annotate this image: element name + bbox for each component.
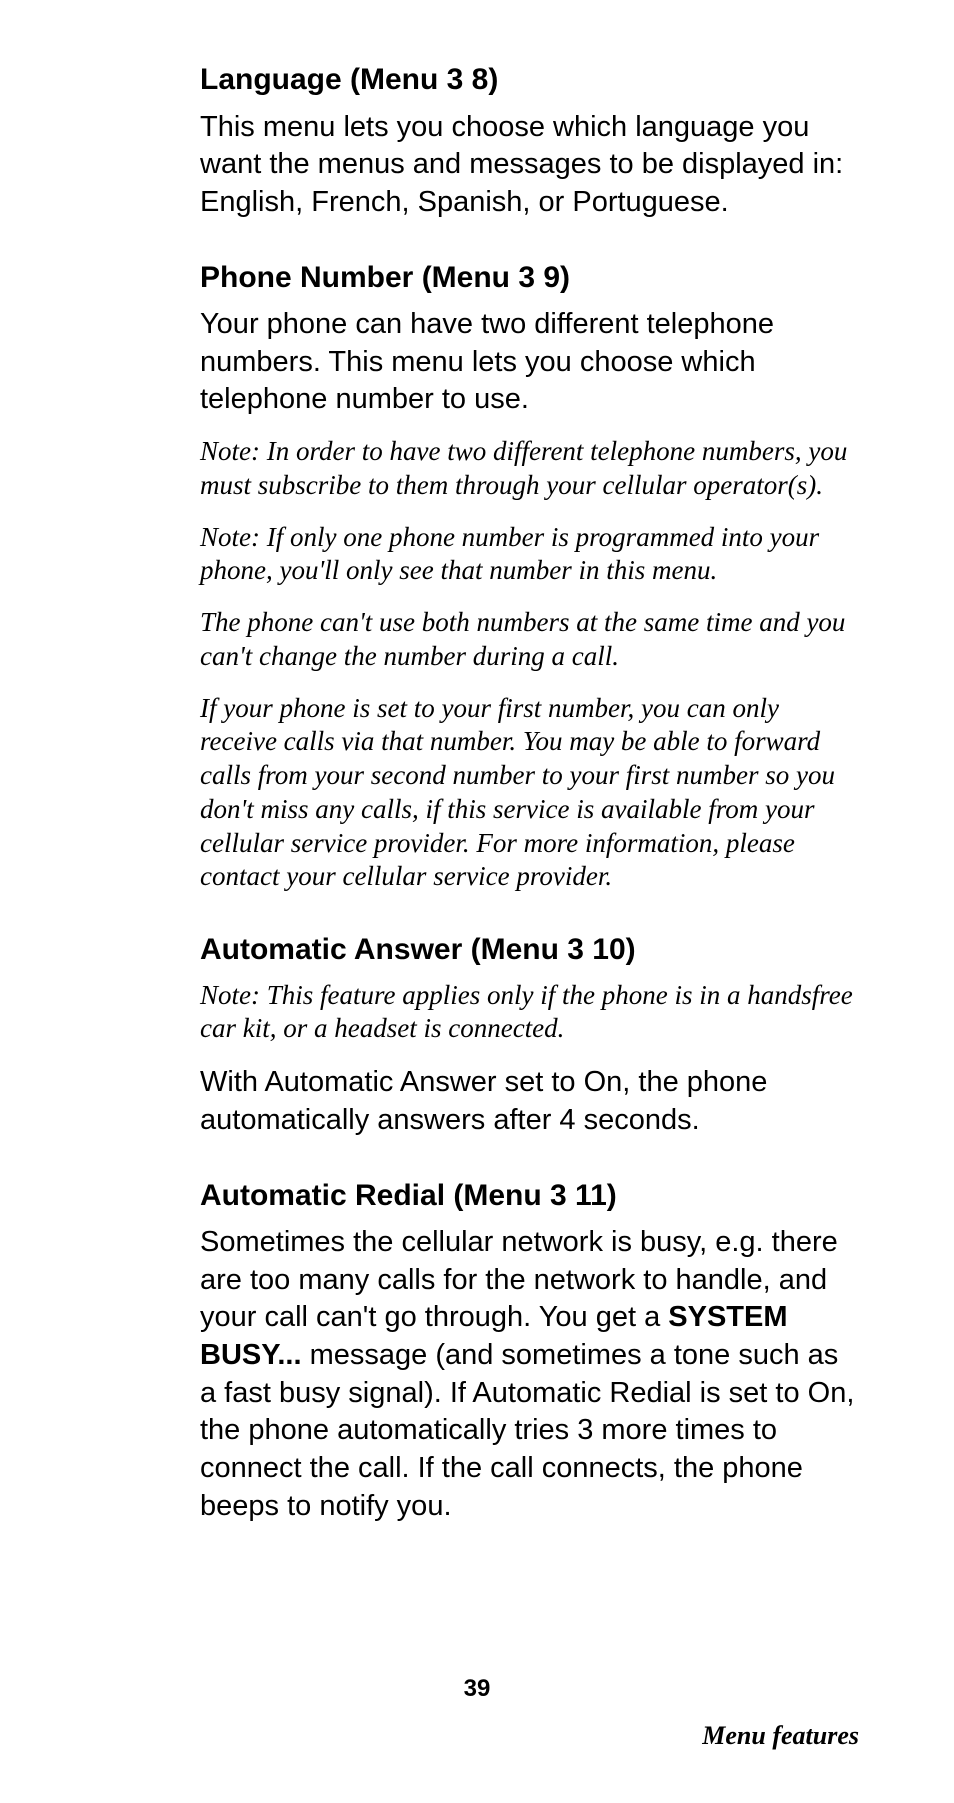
- body-paragraph: Your phone can have two different teleph…: [200, 306, 859, 419]
- body-paragraph: Sometimes the cellular network is busy, …: [200, 1224, 859, 1526]
- section-title: Automatic Redial (Menu 3 11): [200, 1176, 859, 1217]
- note-paragraph: Note: This feature applies only if the p…: [200, 979, 859, 1047]
- body-paragraph: This menu lets you choose which language…: [200, 109, 859, 222]
- section-language: Language (Menu 3 8) This menu lets you c…: [200, 60, 859, 222]
- section-phone-number: Phone Number (Menu 3 9) Your phone can h…: [200, 258, 859, 895]
- footer-text: Menu features: [702, 1721, 859, 1751]
- section-automatic-redial: Automatic Redial (Menu 3 11) Sometimes t…: [200, 1176, 859, 1526]
- page-number: 39: [0, 1675, 954, 1703]
- document-page: Language (Menu 3 8) This menu lets you c…: [0, 0, 954, 1803]
- section-title: Automatic Answer (Menu 3 10): [200, 930, 859, 971]
- note-paragraph: The phone can't use both numbers at the …: [200, 606, 859, 674]
- note-paragraph: Note: If only one phone number is progra…: [200, 521, 859, 589]
- section-title: Phone Number (Menu 3 9): [200, 258, 859, 299]
- note-paragraph: Note: In order to have two different tel…: [200, 435, 859, 503]
- body-paragraph: With Automatic Answer set to On, the pho…: [200, 1064, 859, 1139]
- section-title: Language (Menu 3 8): [200, 60, 859, 101]
- section-automatic-answer: Automatic Answer (Menu 3 10) Note: This …: [200, 930, 859, 1139]
- note-paragraph: If your phone is set to your first numbe…: [200, 692, 859, 895]
